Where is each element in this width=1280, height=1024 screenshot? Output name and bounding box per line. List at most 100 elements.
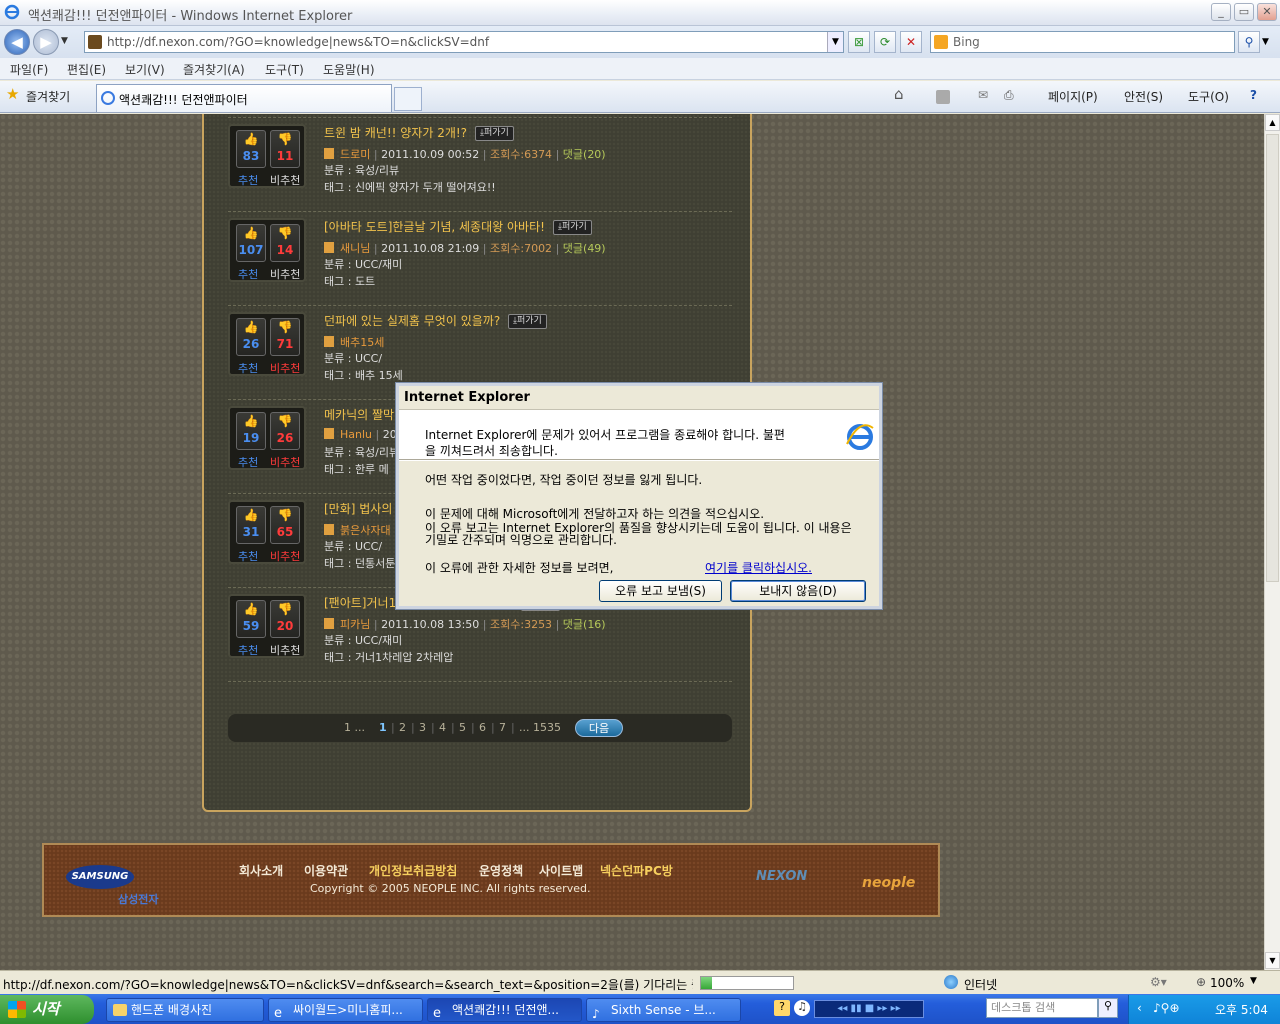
feeds-icon[interactable] — [936, 90, 950, 104]
move-post-button[interactable]: ⤓퍼가기 — [508, 314, 547, 329]
footer-link-terms[interactable]: 이용약관 — [304, 862, 348, 879]
maximize-button[interactable]: ▭ — [1234, 3, 1254, 21]
print-icon[interactable]: ⎙ — [1004, 88, 1014, 103]
recent-pages-dropdown-icon[interactable]: ▼ — [61, 36, 68, 46]
post-comments[interactable]: 댓글(16) — [563, 618, 606, 631]
desktop-search-icon[interactable]: ⚲ — [1098, 998, 1118, 1018]
zoom-icon[interactable]: ⊕ — [1196, 975, 1206, 989]
page-link[interactable]: 3 — [419, 721, 426, 734]
details-link[interactable]: 여기를 클릭하십시오. — [705, 559, 812, 576]
post-author[interactable]: 배추15세 — [340, 336, 384, 349]
page-link[interactable]: 7 — [499, 721, 506, 734]
not-recommend-button[interactable]: 👎 26 — [270, 412, 300, 450]
page-link[interactable]: 1 ... — [344, 721, 365, 734]
tools-menu[interactable]: 도구(O) — [1188, 88, 1229, 105]
media-player-controls[interactable]: ◂◂ ▮▮ ■ ▸▸ ▸▸ — [814, 1000, 924, 1018]
footer-link-privacy[interactable]: 개인정보취급방침 — [369, 862, 457, 879]
favorites-button[interactable]: 즐겨찾기 — [26, 88, 70, 105]
page-link[interactable]: 5 — [459, 721, 466, 734]
menu-file[interactable]: 파일(F) — [10, 61, 48, 78]
menu-tools[interactable]: 도구(T) — [265, 61, 304, 78]
page-link[interactable]: 4 — [439, 721, 446, 734]
recommend-button[interactable]: 👍 31 — [236, 506, 266, 544]
minimize-button[interactable]: _ — [1211, 3, 1231, 21]
footer-link-sitemap[interactable]: 사이트맵 — [539, 862, 583, 879]
help-icon[interactable]: ? — [1250, 88, 1257, 102]
close-window-button[interactable]: ✕ — [1257, 3, 1277, 21]
new-tab-button[interactable] — [394, 87, 422, 111]
vertical-scrollbar[interactable]: ▲ ▼ — [1264, 114, 1280, 970]
scroll-up-icon[interactable]: ▲ — [1265, 114, 1280, 131]
next-page-button[interactable]: 다음 — [575, 719, 623, 737]
refresh-icon[interactable]: ⟳ — [874, 31, 896, 53]
protected-mode-icon[interactable]: ⚙▾ — [1150, 975, 1167, 989]
help-tray-icon[interactable]: ? — [774, 1000, 790, 1016]
menu-view[interactable]: 보기(V) — [125, 61, 165, 78]
mail-icon[interactable]: ✉ — [978, 88, 988, 102]
page-link[interactable]: 6 — [479, 721, 486, 734]
media-icon[interactable]: ♫ — [794, 1000, 810, 1016]
post-author[interactable]: 드로미 — [340, 148, 370, 161]
not-recommend-button[interactable]: 👎 14 — [270, 224, 300, 262]
tray-expand-icon[interactable]: ‹ — [1137, 1001, 1142, 1015]
page-link[interactable]: 2 — [399, 721, 406, 734]
taskbar-item-cyworld[interactable]: e 싸이월드>미니홈피... — [268, 998, 423, 1022]
post-author[interactable]: Hanlu — [340, 428, 372, 441]
page-link[interactable]: ... 1535 — [519, 721, 561, 734]
post-comments[interactable]: 댓글(20) — [563, 148, 606, 161]
recommend-button[interactable]: 👍 107 — [236, 224, 266, 262]
back-button[interactable]: ◀ — [4, 29, 30, 55]
not-recommend-button[interactable]: 👎 65 — [270, 506, 300, 544]
taskbar-item-sixthsense[interactable]: ♪ Sixth Sense - 브... — [586, 998, 741, 1022]
post-comments[interactable]: 댓글(49) — [563, 242, 606, 255]
page-menu[interactable]: 페이지(P) — [1048, 88, 1098, 105]
safety-menu[interactable]: 안전(S) — [1124, 88, 1163, 105]
recommend-button[interactable]: 👍 19 — [236, 412, 266, 450]
stop-icon[interactable]: ✕ — [900, 31, 922, 53]
zoom-level[interactable]: 100% — [1210, 976, 1244, 990]
favorites-star-icon[interactable]: ★ — [6, 85, 19, 103]
home-icon[interactable]: ⌂ — [894, 85, 904, 103]
recommend-button[interactable]: 👍 83 — [236, 130, 266, 168]
scroll-down-icon[interactable]: ▼ — [1265, 952, 1280, 969]
dialog-title[interactable]: Internet Explorer — [399, 386, 879, 410]
dont-send-button[interactable]: 보내지 않음(D) — [730, 580, 866, 602]
post-author[interactable]: 피카님 — [340, 618, 370, 631]
post-title[interactable]: [만화] 법사의 — [324, 500, 392, 517]
compatibility-view-icon[interactable]: ⊠ — [848, 31, 870, 53]
scroll-thumb[interactable] — [1266, 134, 1279, 582]
not-recommend-button[interactable]: 👎 71 — [270, 318, 300, 356]
footer-link-company[interactable]: 회사소개 — [239, 862, 283, 879]
desktop-search-input[interactable]: 데스크톱 검색 — [986, 998, 1098, 1018]
move-post-button[interactable]: ⤓퍼가기 — [553, 220, 592, 235]
post-title[interactable]: [아바타 도트]한글날 기념, 세종대왕 아바타! — [324, 218, 545, 235]
menu-help[interactable]: 도움말(H) — [323, 61, 375, 78]
footer-link-pcbang[interactable]: 넥슨던파PC방 — [600, 862, 673, 879]
tab-active[interactable]: 액션쾌감!!! 던전앤파이터 — [96, 84, 392, 112]
post-title[interactable]: 던파에 있는 실제홈 무엇이 있을까? — [324, 312, 500, 329]
address-bar[interactable]: http://df.nexon.com/?GO=knowledge|news&T… — [84, 31, 844, 53]
page-link[interactable]: 1 — [379, 721, 387, 734]
search-icon[interactable]: ⚲ — [1238, 31, 1260, 53]
menu-edit[interactable]: 편집(E) — [67, 61, 106, 78]
send-report-button[interactable]: 오류 보고 보냄(S) — [599, 580, 722, 602]
not-recommend-button[interactable]: 👎 20 — [270, 600, 300, 638]
forward-button[interactable]: ▶ — [33, 29, 59, 55]
post-author[interactable]: 붉은사자대 — [340, 524, 391, 537]
post-title[interactable]: 메카닉의 짤막 — [324, 406, 394, 423]
recommend-button[interactable]: 👍 26 — [236, 318, 266, 356]
taskbar-item-folder[interactable]: 핸드폰 배경사진 — [106, 998, 264, 1022]
taskbar-item-dnf[interactable]: e 액션쾌감!!! 던전앤... — [427, 998, 582, 1022]
start-button[interactable]: 시작 — [0, 995, 94, 1024]
not-recommend-button[interactable]: 👎 11 — [270, 130, 300, 168]
post-title[interactable]: 트윈 밤 캐넌!! 양자가 2개!? — [324, 124, 467, 141]
search-options-icon[interactable]: ▼ — [1262, 37, 1269, 47]
post-author[interactable]: 새니님 — [340, 242, 370, 255]
recommend-button[interactable]: 👍 59 — [236, 600, 266, 638]
window-title-bar[interactable]: 액션쾌감!!! 던전앤파이터 - Windows Internet Explor… — [0, 0, 1280, 26]
menu-favorites[interactable]: 즐겨찾기(A) — [183, 61, 245, 78]
address-url[interactable]: http://df.nexon.com/?GO=knowledge|news&T… — [107, 35, 489, 49]
zoom-dropdown-icon[interactable]: ▼ — [1250, 976, 1257, 986]
move-post-button[interactable]: ⤓퍼가기 — [475, 126, 514, 141]
footer-link-policy[interactable]: 운영정책 — [479, 862, 523, 879]
